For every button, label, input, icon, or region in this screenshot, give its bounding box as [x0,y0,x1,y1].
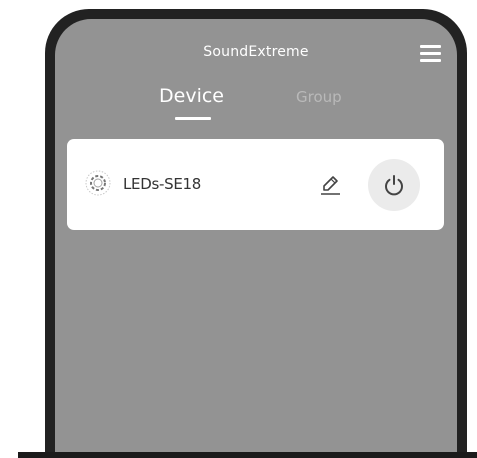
app-screen: SoundExtreme Device Group LEDs-SE18 [55,19,457,458]
hamburger-menu-icon[interactable] [419,43,443,63]
edit-pencil-icon[interactable] [315,169,345,199]
stage: SoundExtreme Device Group LEDs-SE18 [0,0,477,458]
power-icon [385,175,403,196]
tab-device[interactable]: Device [159,85,224,107]
active-tab-indicator [175,117,211,120]
tab-group[interactable]: Group [296,88,342,106]
app-title: SoundExtreme [203,44,309,60]
bottom-shadow [18,452,477,458]
loading-spinner-icon [84,169,112,197]
device-name: LEDs-SE18 [123,175,201,193]
device-card[interactable]: LEDs-SE18 [67,139,444,230]
power-button[interactable] [368,159,420,211]
